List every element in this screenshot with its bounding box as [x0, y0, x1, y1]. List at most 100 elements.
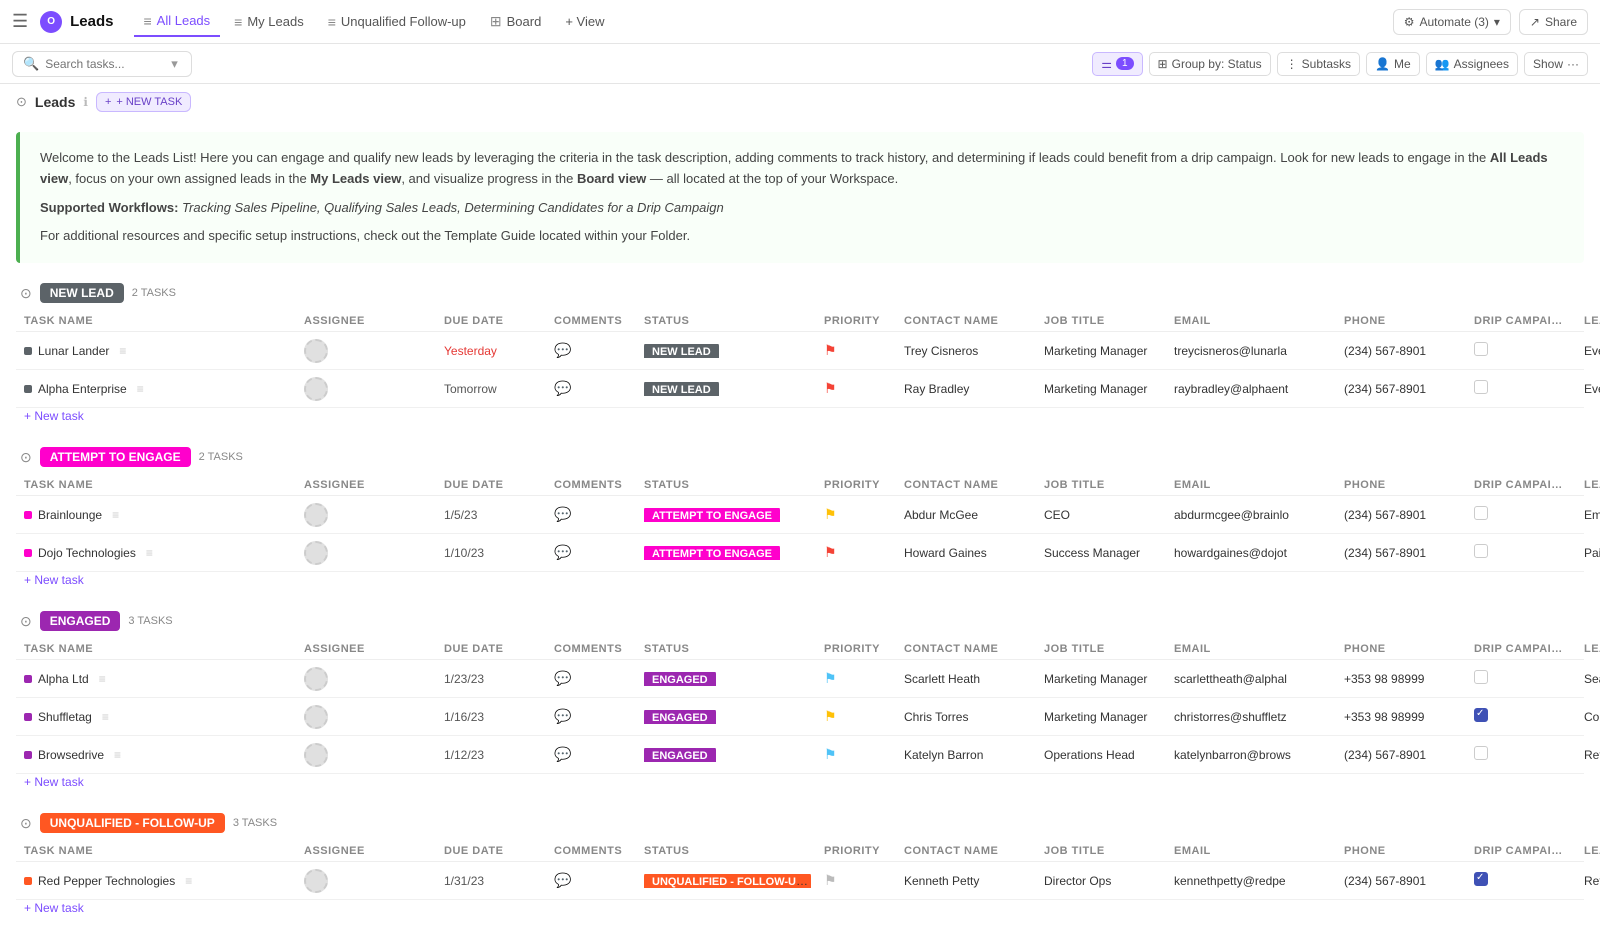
priority-flag[interactable]: ⚑	[824, 342, 837, 358]
show-button[interactable]: Show ···	[1524, 52, 1588, 76]
status-cell[interactable]: ATTEMPT TO ENGAGE	[636, 508, 816, 522]
status-cell[interactable]: ATTEMPT TO ENGAGE	[636, 546, 816, 560]
search-input[interactable]	[45, 57, 165, 71]
comment-icon[interactable]: 💬	[554, 708, 571, 724]
status-cell[interactable]: NEW LEAD	[636, 344, 816, 358]
new-task-label[interactable]: + New task	[16, 771, 92, 793]
drip-campaign-cell[interactable]	[1466, 872, 1576, 889]
tab-add-view[interactable]: + View	[555, 8, 614, 35]
status-badge[interactable]: ENGAGED	[644, 672, 716, 686]
tab-all-leads[interactable]: ≡ All Leads	[134, 7, 221, 37]
task-name-cell[interactable]: Shuffletag ≡	[16, 710, 296, 724]
priority-cell[interactable]: ⚑	[816, 544, 896, 561]
drip-checkbox[interactable]	[1474, 708, 1488, 722]
drag-icon[interactable]: ≡	[112, 508, 119, 522]
priority-cell[interactable]: ⚑	[816, 708, 896, 725]
priority-cell[interactable]: ⚑	[816, 506, 896, 523]
priority-cell[interactable]: ⚑	[816, 872, 896, 889]
assignee-cell[interactable]	[296, 541, 436, 565]
tab-board[interactable]: ⊞ Board	[480, 7, 551, 36]
hamburger-icon[interactable]: ☰	[12, 11, 28, 32]
priority-flag[interactable]: ⚑	[824, 380, 837, 396]
priority-flag[interactable]: ⚑	[824, 670, 837, 686]
drag-icon[interactable]: ≡	[102, 710, 109, 724]
comments-cell[interactable]: 💬	[546, 670, 636, 687]
avatar[interactable]	[304, 743, 328, 767]
status-cell[interactable]: ENGAGED	[636, 672, 816, 686]
new-task-link[interactable]: + New task	[16, 900, 1584, 915]
assignee-cell[interactable]	[296, 869, 436, 893]
new-task-header-button[interactable]: + + NEW TASK	[96, 92, 191, 112]
task-name-cell[interactable]: Browsedrive ≡	[16, 748, 296, 762]
due-date-cell[interactable]: Yesterday	[436, 344, 546, 358]
due-date-cell[interactable]: 1/16/23	[436, 710, 546, 724]
priority-flag[interactable]: ⚑	[824, 506, 837, 522]
priority-flag[interactable]: ⚑	[824, 746, 837, 762]
drip-campaign-cell[interactable]	[1466, 506, 1576, 523]
drip-campaign-cell[interactable]	[1466, 746, 1576, 763]
comment-icon[interactable]: 💬	[554, 506, 571, 522]
drag-icon[interactable]: ≡	[99, 672, 106, 686]
due-date-cell[interactable]: 1/10/23	[436, 546, 546, 560]
drag-icon[interactable]: ≡	[119, 344, 126, 358]
new-task-link[interactable]: + New task	[16, 774, 1584, 789]
share-button[interactable]: ↗ Share	[1519, 9, 1588, 35]
due-date-cell[interactable]: 1/12/23	[436, 748, 546, 762]
drip-checkbox[interactable]	[1474, 342, 1488, 356]
section-toggle-unqualified[interactable]: ⊙	[20, 815, 32, 832]
section-toggle-engaged[interactable]: ⊙	[20, 613, 32, 630]
new-task-link[interactable]: + New task	[16, 572, 1584, 587]
status-badge[interactable]: UNQUALIFIED - FOLLOW-UP	[644, 874, 811, 888]
assignees-button[interactable]: 👥 Assignees	[1426, 52, 1518, 76]
section-badge-new_lead[interactable]: NEW LEAD	[40, 283, 124, 303]
drag-icon[interactable]: ≡	[114, 748, 121, 762]
drip-campaign-cell[interactable]	[1466, 380, 1576, 397]
assignee-cell[interactable]	[296, 705, 436, 729]
priority-cell[interactable]: ⚑	[816, 380, 896, 397]
status-badge[interactable]: ENGAGED	[644, 710, 716, 724]
tab-my-leads[interactable]: ≡ My Leads	[224, 8, 314, 36]
avatar[interactable]	[304, 339, 328, 363]
assignee-cell[interactable]	[296, 503, 436, 527]
new-task-label[interactable]: + New task	[16, 405, 92, 427]
me-button[interactable]: 👤 Me	[1366, 52, 1420, 76]
status-badge[interactable]: ATTEMPT TO ENGAGE	[644, 546, 780, 560]
assignee-cell[interactable]	[296, 743, 436, 767]
task-name-cell[interactable]: Dojo Technologies ≡	[16, 546, 296, 560]
status-badge[interactable]: ATTEMPT TO ENGAGE	[644, 508, 780, 522]
comments-cell[interactable]: 💬	[546, 544, 636, 561]
comments-cell[interactable]: 💬	[546, 380, 636, 397]
avatar[interactable]	[304, 869, 328, 893]
drip-checkbox[interactable]	[1474, 670, 1488, 684]
subtasks-button[interactable]: ⋮ Subtasks	[1277, 52, 1360, 76]
status-cell[interactable]: ENGAGED	[636, 748, 816, 762]
drip-checkbox[interactable]	[1474, 872, 1488, 886]
drip-campaign-cell[interactable]	[1466, 670, 1576, 687]
automate-button[interactable]: ⚙ Automate (3) ▾	[1393, 9, 1511, 35]
new-task-link[interactable]: + New task	[16, 408, 1584, 423]
task-name-cell[interactable]: Brainlounge ≡	[16, 508, 296, 522]
comments-cell[interactable]: 💬	[546, 506, 636, 523]
comment-icon[interactable]: 💬	[554, 544, 571, 560]
drip-campaign-cell[interactable]	[1466, 708, 1576, 725]
task-name-cell[interactable]: Alpha Ltd ≡	[16, 672, 296, 686]
assignee-cell[interactable]	[296, 339, 436, 363]
avatar[interactable]	[304, 503, 328, 527]
priority-cell[interactable]: ⚑	[816, 670, 896, 687]
section-badge-engaged[interactable]: ENGAGED	[40, 611, 121, 631]
filter-button[interactable]: ⚌ 1	[1092, 52, 1142, 76]
drip-checkbox[interactable]	[1474, 380, 1488, 394]
comment-icon[interactable]: 💬	[554, 746, 571, 762]
status-cell[interactable]: UNQUALIFIED - FOLLOW-UP	[636, 874, 816, 888]
assignee-cell[interactable]	[296, 377, 436, 401]
avatar[interactable]	[304, 667, 328, 691]
drag-icon[interactable]: ≡	[146, 546, 153, 560]
drip-campaign-cell[interactable]	[1466, 544, 1576, 561]
section-toggle-new_lead[interactable]: ⊙	[20, 285, 32, 302]
avatar[interactable]	[304, 377, 328, 401]
search-box[interactable]: 🔍 ▾	[12, 51, 192, 77]
due-date-cell[interactable]: Tomorrow	[436, 382, 546, 396]
section-toggle-attempt_to_engage[interactable]: ⊙	[20, 449, 32, 466]
new-task-label[interactable]: + New task	[16, 569, 92, 591]
priority-flag[interactable]: ⚑	[824, 708, 837, 724]
